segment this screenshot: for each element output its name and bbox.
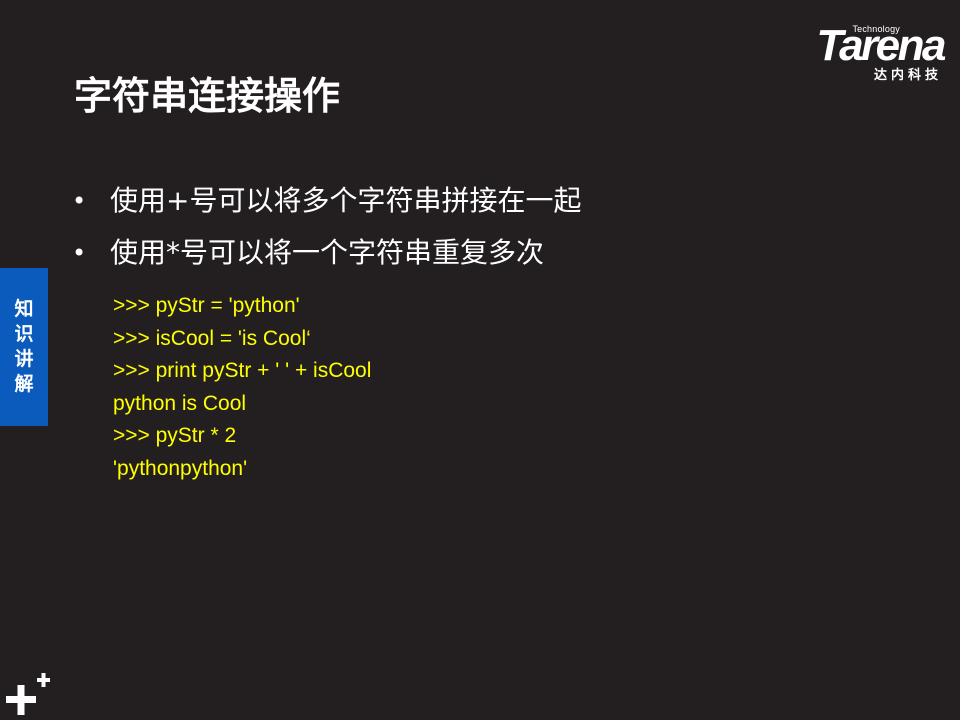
side-tab-char: 解 (14, 373, 34, 395)
side-tab-char: 知 (14, 298, 34, 320)
bullet-list: • 使用+号可以将多个字符串拼接在一起 • 使用*号可以将一个字符串重复多次 (72, 182, 581, 286)
logo-chinese-name: 达内科技 (873, 68, 942, 83)
code-line: >>> pyStr * 2 (113, 424, 237, 447)
bullet-item: • 使用*号可以将一个字符串重复多次 (72, 234, 581, 286)
tarena-logo: Technology Tarena 达内科技 (779, 21, 946, 84)
code-line: 'pythonpython' (113, 456, 248, 480)
code-line: >>> print pyStr + ' ' + isCool (113, 359, 372, 382)
code-line: >>> isCool = 'is Cool‘ (113, 326, 311, 350)
code-line: python is Cool (113, 391, 247, 415)
bullet-dot-icon: • (72, 187, 87, 215)
plus-icon (6, 673, 50, 715)
code-example: >>> pyStr = 'python' >>> isCool = 'is Co… (113, 290, 371, 485)
bullet-text: 使用*号可以将一个字符串重复多次 (110, 236, 545, 269)
bullet-dot-icon: • (72, 239, 87, 267)
logo-wordmark: Tarena (816, 21, 946, 70)
slide-title: 字符串连接操作 (74, 74, 341, 118)
bullet-item: • 使用+号可以将多个字符串拼接在一起 (72, 182, 581, 234)
code-line: >>> pyStr = 'python' (113, 294, 300, 317)
side-tab-char: 讲 (14, 348, 34, 370)
side-tab-knowledge-explanation: 知 识 讲 解 (0, 268, 48, 426)
side-tab-char: 识 (14, 323, 34, 345)
bullet-text: 使用+号可以将多个字符串拼接在一起 (110, 184, 582, 217)
